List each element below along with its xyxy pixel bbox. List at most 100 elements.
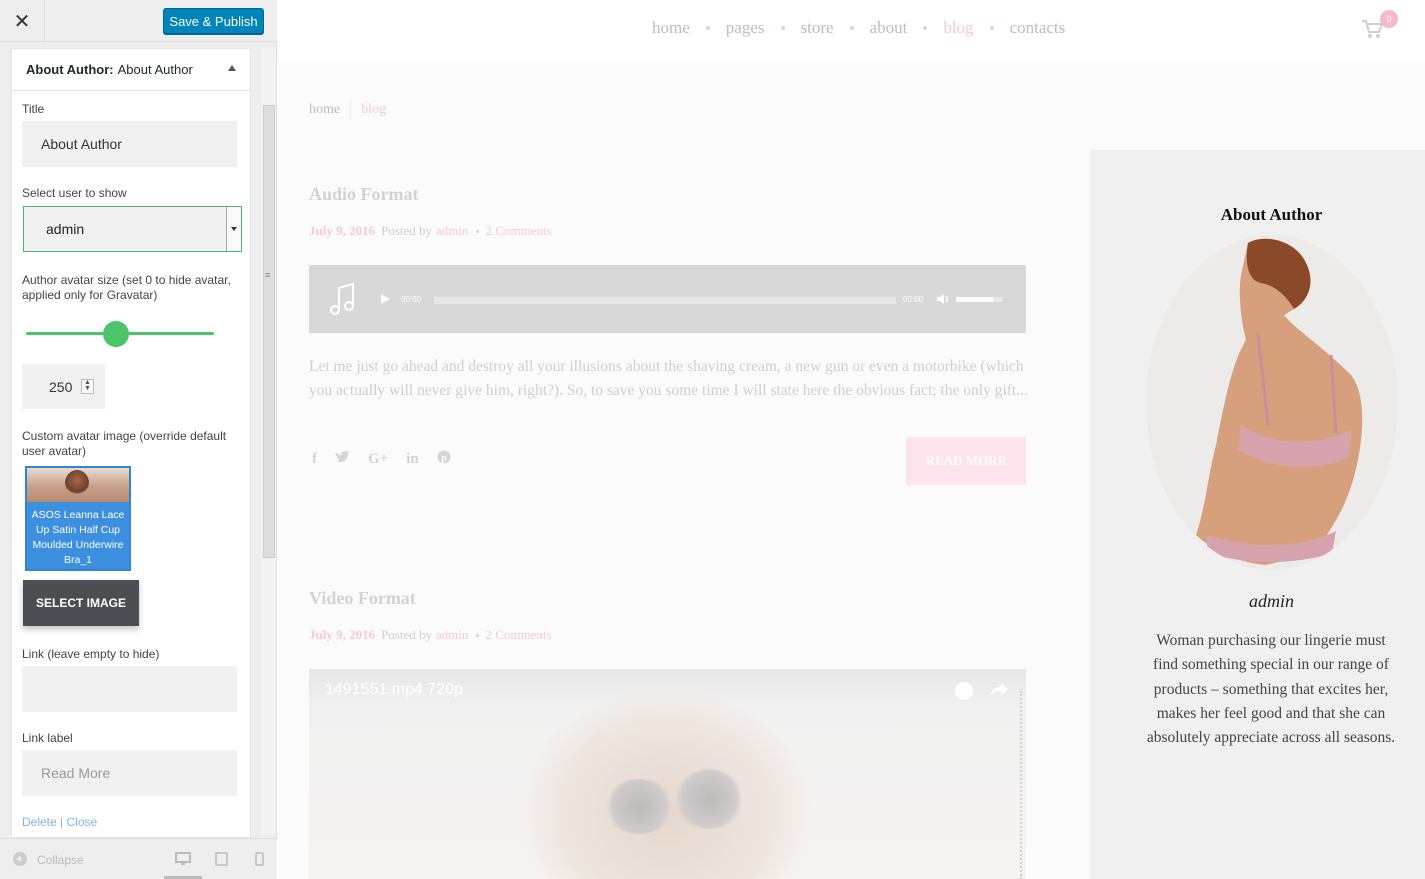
- widget-header-title: About Author: [117, 62, 193, 77]
- post-author-link[interactable]: admin: [436, 223, 469, 239]
- video-title[interactable]: 1491551.mp4 720p: [325, 681, 463, 699]
- close-icon: ✕: [13, 10, 31, 33]
- title-input[interactable]: About Author: [22, 121, 237, 167]
- share-icons: f G+ in p: [312, 450, 451, 469]
- post-meta: July 9, 2016 Posted by admin 2 Comments: [309, 223, 552, 239]
- linkedin-icon[interactable]: in: [406, 451, 419, 468]
- avatar-size-input[interactable]: 250 ▲ ▼: [22, 364, 105, 409]
- nav-item-store[interactable]: store: [801, 18, 834, 38]
- nav-item-blog[interactable]: blog: [943, 18, 973, 38]
- audio-player: 00:00 00:00: [309, 265, 1026, 333]
- facebook-icon[interactable]: f: [312, 451, 317, 468]
- select-image-button[interactable]: SELECT IMAGE: [23, 580, 139, 626]
- link-label: Link (leave empty to hide): [22, 647, 160, 661]
- audio-progress-rail[interactable]: [434, 297, 896, 304]
- select-user-label: Select user to show: [22, 186, 127, 200]
- nav-separator-dot: [705, 26, 710, 30]
- nav-separator-dot: [989, 26, 994, 30]
- dropdown-arrow-icon[interactable]: [226, 207, 241, 251]
- widget-header-type: About Author:: [26, 62, 114, 77]
- select-user-dropdown[interactable]: admin: [23, 206, 242, 252]
- avatar-size-slider-thumb[interactable]: [103, 321, 130, 347]
- delete-link[interactable]: Delete: [22, 815, 57, 829]
- volume-icon[interactable]: [936, 292, 950, 310]
- google-plus-icon[interactable]: G+: [368, 451, 388, 468]
- twitter-icon[interactable]: [335, 451, 350, 468]
- posted-by-label: Posted by: [381, 627, 433, 642]
- nav-item-home[interactable]: home: [652, 18, 690, 38]
- post-date[interactable]: July 9, 2016: [309, 627, 375, 643]
- close-link[interactable]: Close: [66, 815, 97, 829]
- audio-duration: 00:00: [903, 295, 924, 304]
- customizer-sidebar: ✕ Save & Publish About Author: About Aut…: [0, 0, 277, 879]
- avatar-size-label: Author avatar size (set 0 to hide avatar…: [22, 273, 231, 302]
- collapse-arrow-icon[interactable]: [228, 65, 236, 71]
- post-title[interactable]: Audio Format: [309, 184, 419, 205]
- audio-current-time: 00:00: [401, 295, 422, 304]
- pinterest-icon[interactable]: p: [437, 450, 451, 469]
- title-label: Title: [22, 102, 45, 116]
- breadcrumb: home blog: [309, 101, 386, 119]
- site-header: home pages store about blog contacts 0: [278, 0, 1425, 60]
- sidebar-scroll-thumb[interactable]: [263, 105, 275, 558]
- link-label-input[interactable]: Read More: [22, 750, 237, 796]
- nav-separator-dot: [849, 26, 854, 30]
- collapse-icon[interactable]: [13, 852, 27, 866]
- save-publish-button[interactable]: Save & Publish: [163, 8, 264, 34]
- customizer-footer: Collapse: [0, 838, 277, 879]
- sidebar-scrollbar[interactable]: ≡: [262, 48, 276, 834]
- music-note-icon: [329, 282, 357, 321]
- custom-avatar-thumbnail[interactable]: ASOS Leanna Lace Up Satin Half Cup Mould…: [25, 466, 131, 571]
- breadcrumb-home[interactable]: home: [309, 102, 340, 118]
- breadcrumb-current: blog: [361, 102, 386, 117]
- custom-avatar-label: Custom avatar image (override default us…: [22, 429, 227, 458]
- author-avatar: [1146, 235, 1398, 570]
- video-thumbnail-detail: [674, 769, 744, 829]
- author-name: admin: [1249, 591, 1294, 611]
- nav-item-about[interactable]: about: [870, 18, 908, 38]
- video-thumbnail-detail: [604, 779, 674, 834]
- share-arrow-icon[interactable]: [989, 682, 1009, 703]
- nav-item-contacts[interactable]: contacts: [1010, 18, 1066, 38]
- volume-slider[interactable]: [956, 297, 1002, 302]
- widget-header[interactable]: About Author: About Author: [12, 49, 250, 91]
- tablet-preview-icon[interactable]: [215, 852, 228, 871]
- main-navigation: home pages store about blog contacts: [652, 18, 1065, 38]
- link-label-label: Link label: [22, 731, 73, 745]
- widget-actions: Delete | Close: [22, 815, 97, 829]
- widget-title: About Author: [1220, 205, 1323, 224]
- site-preview: home pages store about blog contacts 0 home b…: [278, 0, 1425, 879]
- collapse-button[interactable]: Collapse: [37, 853, 84, 867]
- avatar-size-value: 250: [49, 378, 73, 395]
- nav-item-pages[interactable]: pages: [726, 18, 765, 38]
- select-user-value: admin: [46, 221, 85, 237]
- avatar-thumbnail-image: [27, 468, 129, 502]
- play-icon[interactable]: [381, 294, 390, 304]
- author-bio: Woman purchasing our lingerie must find …: [1146, 632, 1396, 747]
- customizer-header: ✕ Save & Publish: [0, 0, 277, 42]
- post-comments-link[interactable]: 2 Comments: [486, 223, 552, 239]
- post-date[interactable]: July 9, 2016: [309, 223, 375, 239]
- desktop-preview-icon[interactable]: [175, 852, 191, 871]
- watch-later-icon[interactable]: [955, 682, 973, 700]
- read-more-button[interactable]: READ MORE: [906, 437, 1026, 485]
- post-excerpt: Let me just go ahead and destroy all you…: [309, 358, 1028, 399]
- number-spinner-icon[interactable]: ▲ ▼: [81, 379, 94, 394]
- about-author-widget: About Author admin Woman purchasing our …: [1090, 150, 1425, 879]
- post-comments-link[interactable]: 2 Comments: [486, 627, 552, 643]
- close-customizer-button[interactable]: ✕: [0, 0, 45, 42]
- nav-separator-dot: [923, 26, 928, 30]
- post-title[interactable]: Video Format: [309, 588, 416, 609]
- breadcrumb-separator: [350, 101, 352, 119]
- scroll-grip-icon: ≡: [265, 270, 271, 280]
- link-input[interactable]: [22, 666, 237, 712]
- meta-dot: [475, 633, 479, 637]
- posted-by-label: Posted by: [381, 223, 433, 238]
- avatar-thumbnail-caption: ASOS Leanna Lace Up Satin Half Cup Mould…: [31, 509, 125, 566]
- volume-fill: [956, 297, 993, 302]
- video-player[interactable]: 1491551.mp4 720p: [309, 669, 1026, 879]
- post-author-link[interactable]: admin: [436, 627, 469, 643]
- mobile-preview-icon[interactable]: [255, 852, 264, 871]
- video-border: [1020, 691, 1022, 879]
- meta-dot: [475, 229, 479, 233]
